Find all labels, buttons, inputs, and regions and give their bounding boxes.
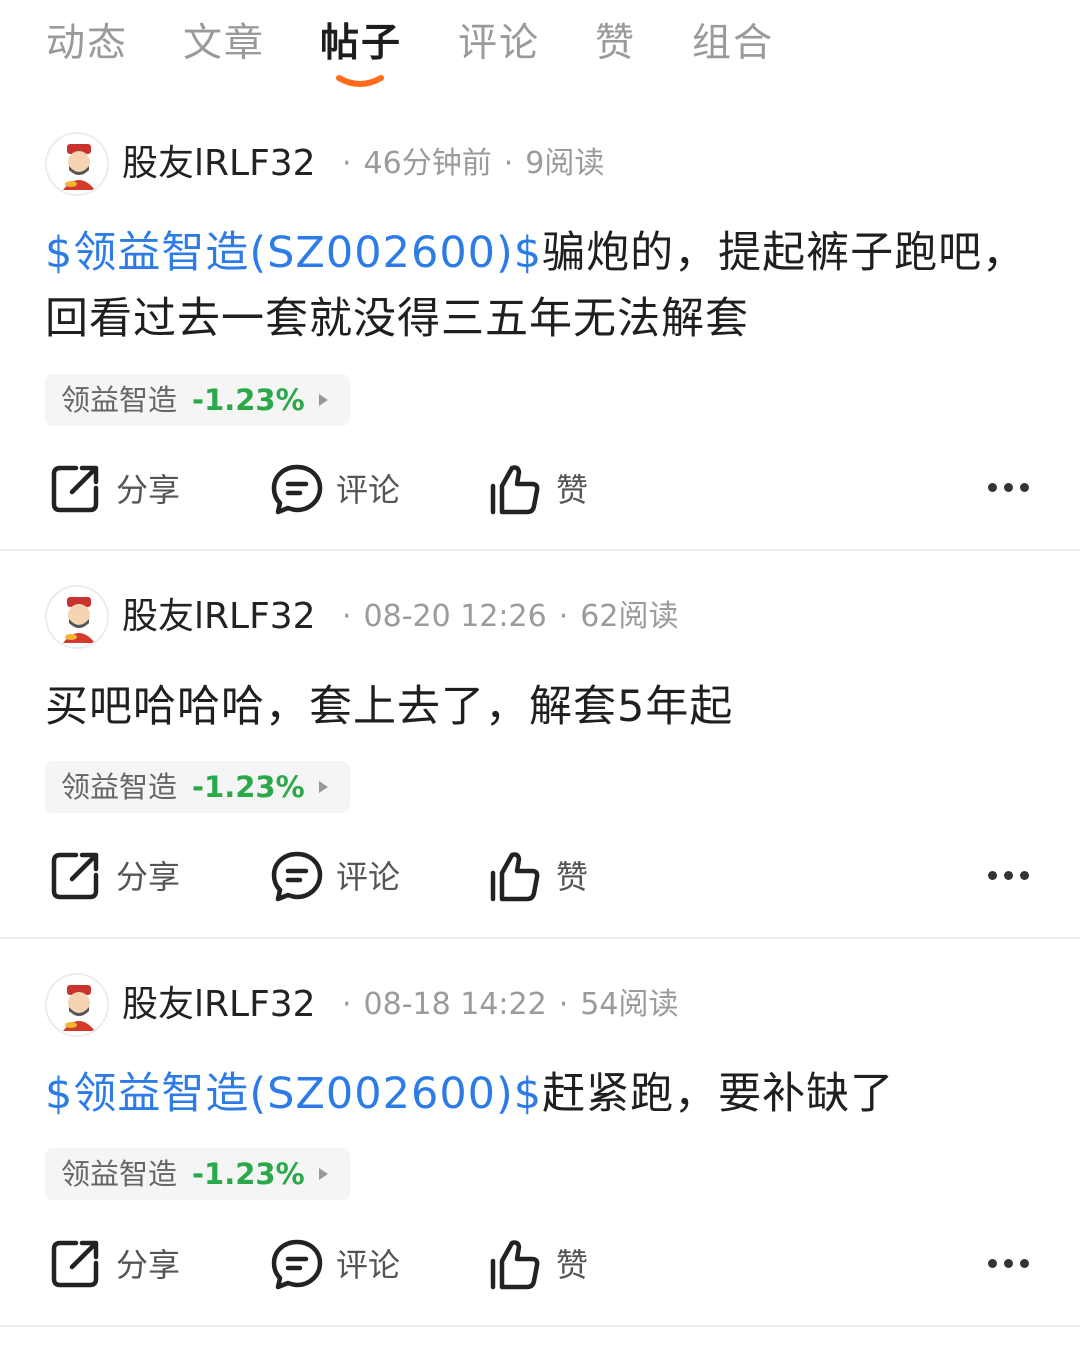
tab-bar: 动态 文章 帖子 评论 赞 组合: [0, 0, 1080, 100]
post-time: 46分钟前: [363, 146, 492, 181]
share-button[interactable]: 分享: [48, 849, 198, 905]
chevron-right-icon: [319, 781, 328, 793]
like-label: 赞: [556, 1246, 589, 1284]
comment-label: 评论: [336, 1246, 401, 1284]
post-meta: · 46分钟前 · 9阅读: [342, 146, 605, 181]
share-button[interactable]: 分享: [48, 1237, 198, 1293]
tab-likes[interactable]: 赞: [595, 18, 636, 70]
stock-name: 领益智造: [61, 383, 178, 417]
post-text: 买吧哈哈哈，套上去了，解套5年起: [45, 682, 734, 732]
share-icon: [51, 465, 99, 513]
comment-label: 评论: [336, 858, 401, 896]
comment-label: 评论: [336, 471, 401, 509]
chevron-right-icon: [319, 1168, 328, 1180]
stock-link[interactable]: $领益智造(SZ002600)$: [45, 228, 542, 278]
thumbs-up-icon: [490, 852, 540, 902]
avatar[interactable]: [45, 132, 109, 196]
comment-button[interactable]: 评论: [270, 1237, 420, 1293]
avatar[interactable]: [45, 973, 109, 1037]
like-button[interactable]: 赞: [488, 462, 598, 518]
tab-articles[interactable]: 文章: [183, 18, 265, 70]
stock-name: 领益智造: [61, 1157, 178, 1191]
read-count: 9阅读: [525, 146, 605, 181]
more-options-icon[interactable]: [984, 478, 1032, 498]
comment-icon: [271, 1239, 323, 1290]
post-time: 08-20 12:26: [363, 599, 547, 634]
stock-change: -1.23%: [192, 770, 305, 804]
post-meta: · 08-20 12:26 · 62阅读: [342, 599, 679, 634]
stock-change: -1.23%: [192, 383, 305, 417]
share-label: 分享: [116, 471, 181, 509]
thumbs-up-icon: [490, 1240, 540, 1290]
fortune-god-avatar-icon: [49, 589, 107, 647]
stock-change: -1.23%: [192, 1157, 305, 1191]
comment-button[interactable]: 评论: [270, 462, 420, 518]
post-content[interactable]: 买吧哈哈哈，套上去了，解套5年起: [45, 674, 1035, 740]
comment-button[interactable]: 评论: [270, 849, 420, 905]
thumbs-up-icon: [490, 465, 540, 515]
share-label: 分享: [116, 1246, 181, 1284]
stock-quote-chip[interactable]: 领益智造 -1.23%: [45, 761, 350, 813]
read-count: 54阅读: [580, 987, 679, 1022]
author-name[interactable]: 股友lRLF32: [122, 983, 316, 1027]
stock-quote-chip[interactable]: 领益智造 -1.23%: [45, 374, 350, 426]
author-name[interactable]: 股友lRLF32: [122, 142, 316, 186]
more-options-icon[interactable]: [984, 1254, 1032, 1274]
like-button[interactable]: 赞: [488, 1237, 598, 1293]
post-meta: · 08-18 14:22 · 54阅读: [342, 987, 679, 1022]
tab-posts[interactable]: 帖子: [320, 18, 402, 70]
more-options-icon[interactable]: [984, 866, 1032, 886]
author-name[interactable]: 股友lRLF32: [122, 595, 316, 639]
divider: [0, 937, 1080, 939]
stock-name: 领益智造: [61, 770, 178, 804]
like-label: 赞: [556, 858, 589, 896]
tab-comments[interactable]: 评论: [458, 18, 540, 70]
stock-link[interactable]: $领益智造(SZ002600)$: [45, 1069, 542, 1119]
fortune-god-avatar-icon: [49, 977, 107, 1035]
like-button[interactable]: 赞: [488, 849, 598, 905]
share-label: 分享: [116, 858, 181, 896]
divider: [0, 549, 1080, 551]
share-button[interactable]: 分享: [48, 462, 198, 518]
comment-icon: [271, 851, 323, 902]
avatar[interactable]: [45, 585, 109, 649]
comment-icon: [271, 464, 323, 515]
post-content[interactable]: $领益智造(SZ002600)$骗炮的，提起裤子跑吧，回看过去一套就没得三五年无…: [45, 220, 1035, 352]
post-text: 赶紧跑，要补缺了: [542, 1069, 895, 1119]
like-label: 赞: [556, 471, 589, 509]
active-tab-indicator: [336, 75, 384, 87]
post-content[interactable]: $领益智造(SZ002600)$赶紧跑，要补缺了: [45, 1061, 1035, 1127]
divider: [0, 1325, 1080, 1327]
read-count: 62阅读: [580, 599, 679, 634]
fortune-god-avatar-icon: [49, 136, 107, 194]
tab-dynamics[interactable]: 动态: [46, 18, 128, 70]
chevron-right-icon: [319, 394, 328, 406]
stock-quote-chip[interactable]: 领益智造 -1.23%: [45, 1148, 350, 1200]
tab-portfolio[interactable]: 组合: [692, 18, 774, 70]
post-time: 08-18 14:22: [363, 987, 547, 1022]
share-icon: [51, 852, 99, 900]
share-icon: [51, 1240, 99, 1288]
